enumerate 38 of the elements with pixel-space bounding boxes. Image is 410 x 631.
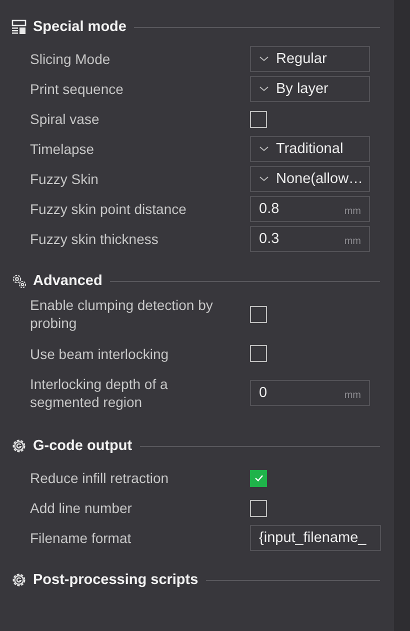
gears-icon: [11, 273, 27, 289]
gear-icon: [11, 438, 27, 454]
setting-label: Fuzzy skin thickness: [30, 230, 160, 249]
section-title: G-code output: [33, 438, 132, 454]
layout-icon: [11, 19, 27, 35]
chevron-icon: [259, 56, 269, 62]
checkbox[interactable]: [250, 110, 267, 128]
section-title: Advanced: [33, 273, 102, 289]
dropdown[interactable]: Traditional: [250, 136, 370, 162]
setting-label: Fuzzy Skin: [30, 170, 100, 189]
number-field[interactable]: 0 mm: [250, 380, 370, 406]
setting-label: Spiral vase: [30, 110, 100, 129]
chevron-icon: [259, 146, 269, 152]
dropdown[interactable]: Regular: [250, 46, 370, 72]
number-field[interactable]: 0.3 mm: [250, 226, 370, 252]
gear-icon: [11, 572, 27, 588]
checkbox[interactable]: [250, 345, 267, 362]
setting-label: Timelapse: [30, 140, 96, 159]
dropdown[interactable]: By layer: [250, 76, 370, 102]
section-title: Post-processing scripts: [33, 572, 198, 588]
checkbox[interactable]: [250, 500, 267, 516]
chevron-icon: [259, 86, 269, 92]
setting-label: Fuzzy skin point distance: [30, 200, 188, 219]
setting-label: Add line number: [30, 499, 133, 518]
setting-label: Use beam interlocking: [30, 344, 170, 364]
setting-label: Interlocking depth of a segmented region: [30, 375, 169, 412]
setting-label: Print sequence: [30, 80, 124, 99]
setting-label: Reduce infill retraction: [30, 469, 170, 488]
text-field[interactable]: {input_filename_: [250, 525, 381, 551]
section-title: Special mode: [33, 19, 126, 35]
chevron-icon: [259, 176, 269, 182]
checkbox[interactable]: [250, 470, 267, 486]
setting-label: Enable clumping detection by probing: [30, 296, 214, 333]
setting-label: Slicing Mode: [30, 50, 112, 69]
setting-label: Filename format: [30, 529, 132, 548]
dropdown[interactable]: None(allow…: [250, 166, 370, 192]
checkbox[interactable]: [250, 306, 267, 322]
number-field[interactable]: 0.8 mm: [250, 196, 370, 222]
